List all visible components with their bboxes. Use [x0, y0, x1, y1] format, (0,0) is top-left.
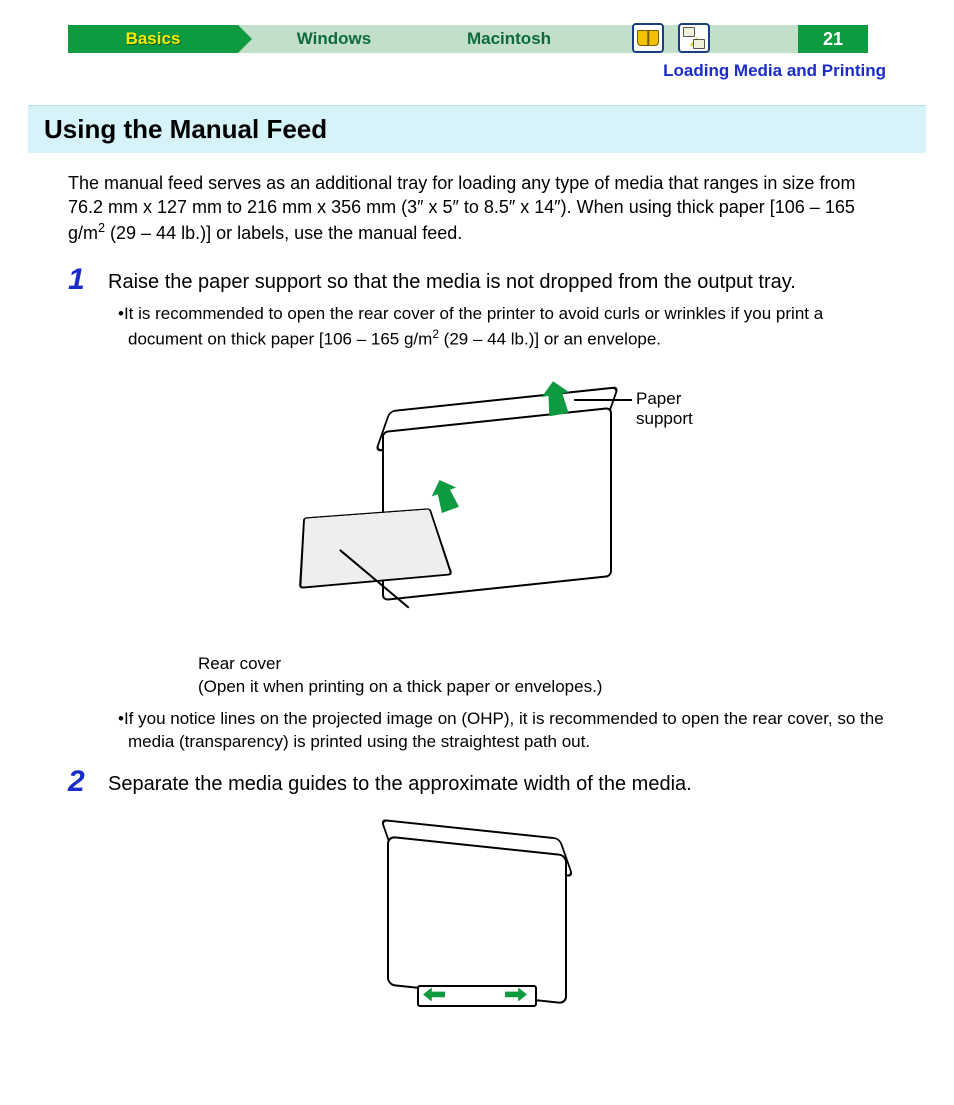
printer-illustration-2: [327, 815, 627, 1045]
step-number: 2: [68, 767, 108, 797]
intro-paragraph: The manual feed serves as an additional …: [68, 171, 886, 245]
step-number: 1: [68, 265, 108, 295]
printer-illustration-1: Paper support: [262, 369, 692, 639]
section-title: Using the Manual Feed: [28, 105, 926, 153]
tab-windows[interactable]: Windows: [238, 25, 418, 53]
figure-1: Paper support: [68, 369, 886, 639]
book-icon[interactable]: [632, 23, 664, 53]
step-1: 1 Raise the paper support so that the me…: [68, 265, 886, 295]
tab-macintosh[interactable]: Macintosh: [418, 25, 598, 53]
step-text: Raise the paper support so that the medi…: [108, 265, 796, 295]
tab-basics[interactable]: Basics: [68, 25, 238, 53]
step-1-bullet-2: •If you notice lines on the projected im…: [118, 708, 886, 754]
callout-paper-support: Paper support: [636, 389, 693, 429]
page-number: 21: [798, 25, 868, 53]
callout-rear-cover: Rear cover (Open it when printing on a t…: [198, 653, 886, 697]
step-text: Separate the media guides to the approxi…: [108, 767, 692, 797]
network-icon[interactable]: [678, 23, 710, 53]
breadcrumb[interactable]: Loading Media and Printing: [0, 61, 886, 81]
step-1-bullet-1: •It is recommended to open the rear cove…: [118, 303, 886, 352]
figure-2: [68, 815, 886, 1045]
content-area: Using the Manual Feed The manual feed se…: [0, 105, 954, 1099]
icon-slot: [598, 25, 798, 53]
step-2: 2 Separate the media guides to the appro…: [68, 767, 886, 797]
top-nav: Basics Windows Macintosh 21: [68, 25, 954, 53]
